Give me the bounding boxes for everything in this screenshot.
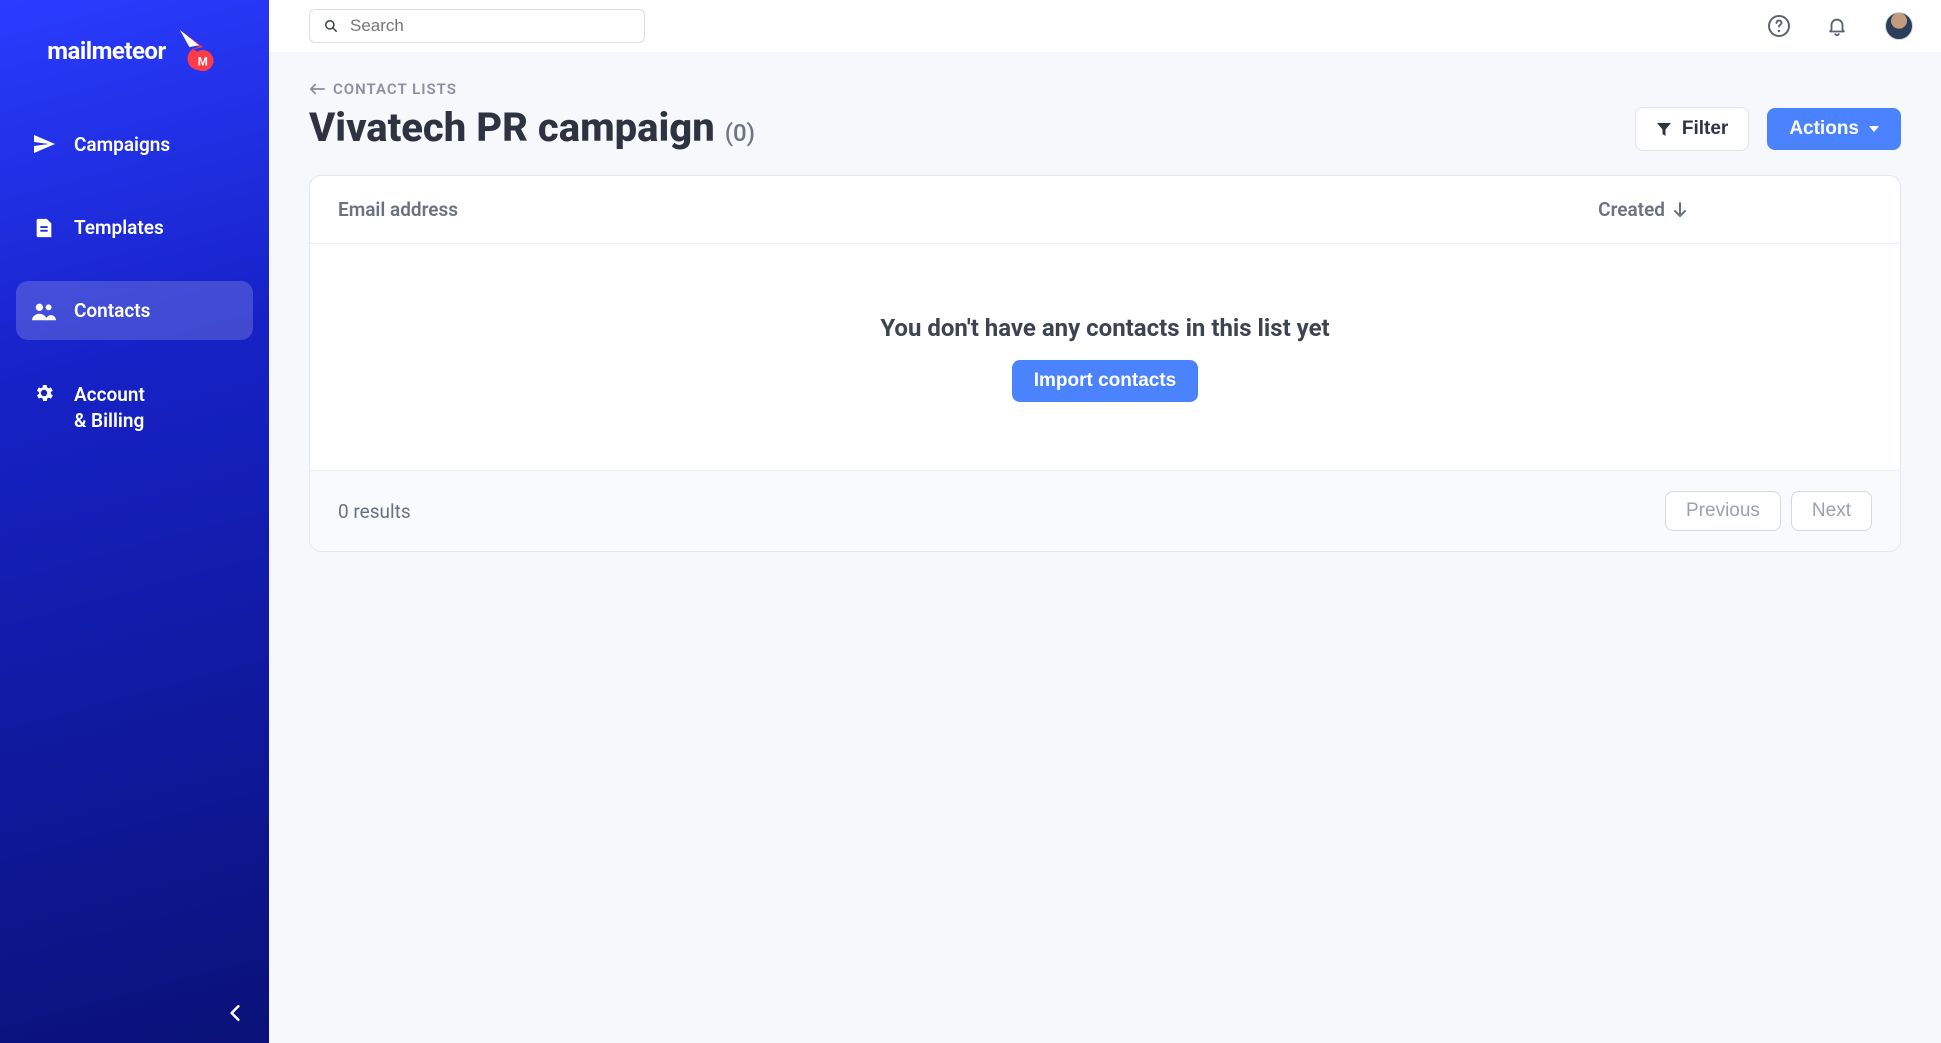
sidebar-nav: Campaigns Templates Contacts Account & B… — [0, 114, 269, 451]
sidebar: mailmeteor M Campaigns Templates Contact… — [0, 0, 269, 1043]
column-header-label: Email address — [338, 198, 458, 221]
search-input[interactable] — [350, 16, 630, 36]
svg-text:M: M — [198, 54, 208, 68]
filter-icon — [1656, 121, 1672, 137]
notifications-button[interactable] — [1823, 12, 1851, 40]
avatar[interactable] — [1885, 12, 1913, 40]
sidebar-item-label: Contacts — [74, 299, 150, 322]
page-title: Vivatech PR campaign (0) — [309, 104, 1611, 151]
contacts-table-card: Email address Created You don't have any… — [309, 175, 1901, 552]
meteor-icon: M — [176, 28, 222, 74]
breadcrumb-back[interactable]: CONTACT LISTS — [309, 80, 1611, 98]
sidebar-item-contacts[interactable]: Contacts — [16, 281, 253, 340]
import-contacts-button[interactable]: Import contacts — [1012, 360, 1199, 402]
brand-name: mailmeteor — [47, 37, 166, 65]
sidebar-item-account-billing[interactable]: Account & Billing — [16, 364, 253, 451]
sidebar-item-label: Templates — [74, 216, 164, 239]
page-header: CONTACT LISTS Vivatech PR campaign (0) F… — [269, 52, 1941, 175]
people-icon — [32, 301, 56, 321]
sidebar-item-templates[interactable]: Templates — [16, 198, 253, 257]
brand-logo[interactable]: mailmeteor M — [0, 0, 269, 114]
help-circle-icon — [1767, 14, 1791, 38]
sidebar-item-label: Account & Billing — [74, 382, 145, 433]
next-label: Next — [1812, 500, 1851, 521]
document-icon — [32, 217, 56, 239]
filter-button-label: Filter — [1682, 118, 1728, 140]
column-header-created[interactable]: Created — [1598, 198, 1872, 221]
actions-dropdown[interactable]: Actions — [1767, 108, 1901, 150]
send-icon — [32, 132, 56, 156]
filter-button[interactable]: Filter — [1635, 107, 1749, 151]
empty-state-title: You don't have any contacts in this list… — [880, 314, 1329, 342]
help-button[interactable] — [1765, 12, 1793, 40]
collapse-sidebar-button[interactable] — [223, 1001, 247, 1025]
main: CONTACT LISTS Vivatech PR campaign (0) F… — [269, 0, 1941, 1043]
topbar — [269, 0, 1941, 52]
next-page-button[interactable]: Next — [1791, 491, 1872, 531]
empty-state: You don't have any contacts in this list… — [310, 244, 1900, 470]
arrow-left-icon — [309, 82, 325, 96]
import-contacts-label: Import contacts — [1034, 370, 1177, 392]
search-box[interactable] — [309, 9, 645, 43]
results-count: 0 results — [338, 500, 411, 523]
sidebar-item-label: Campaigns — [74, 133, 170, 156]
sidebar-item-campaigns[interactable]: Campaigns — [16, 114, 253, 174]
previous-page-button[interactable]: Previous — [1665, 491, 1781, 531]
page-title-text: Vivatech PR campaign — [309, 104, 715, 151]
caret-down-icon — [1869, 126, 1879, 132]
column-header-email[interactable]: Email address — [338, 198, 1598, 221]
page-title-count: (0) — [725, 119, 755, 147]
breadcrumb-label: CONTACT LISTS — [333, 80, 457, 98]
chevron-left-icon — [229, 1004, 241, 1022]
bell-icon — [1826, 15, 1848, 37]
arrow-down-icon — [1673, 202, 1687, 218]
search-icon — [324, 19, 338, 33]
table-footer: 0 results Previous Next — [310, 470, 1900, 551]
column-header-label: Created — [1598, 198, 1665, 221]
actions-button-label: Actions — [1789, 118, 1859, 140]
previous-label: Previous — [1686, 500, 1760, 521]
table-header: Email address Created — [310, 176, 1900, 244]
gear-icon — [32, 382, 56, 404]
